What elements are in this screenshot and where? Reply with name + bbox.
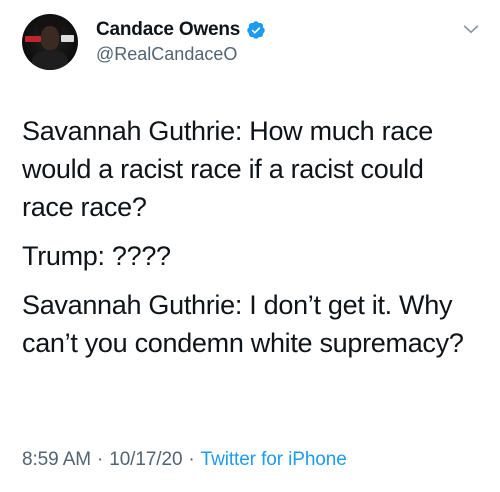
display-name[interactable]: Candace Owens [96, 19, 240, 41]
tweet-header: Candace Owens @RealCandaceO [22, 14, 482, 74]
handle[interactable]: @RealCandaceO [96, 44, 266, 65]
name-row: Candace Owens [96, 18, 266, 42]
tweet-paragraph: Trump: ???? [22, 241, 171, 271]
tweet-text: Savannah Guthrie: How much race would a … [22, 112, 482, 373]
tweet-metadata: 8:59 AM · 10/17/20 · Twitter for iPhone [22, 449, 347, 471]
tweet-paragraph: Savannah Guthrie: I don’t get it. Why ca… [22, 290, 464, 358]
tweet-card: Candace Owens @RealCandaceO Savannah Gut… [0, 0, 500, 492]
author-info: Candace Owens @RealCandaceO [96, 18, 266, 65]
avatar-body [32, 50, 68, 70]
tweet-source-link[interactable]: Twitter for iPhone [201, 449, 347, 470]
tweet-time[interactable]: 8:59 AM [22, 449, 91, 470]
chevron-down-icon[interactable] [460, 18, 482, 40]
avatar[interactable] [22, 14, 78, 70]
meta-separator: · [188, 449, 195, 470]
verified-badge-icon [246, 20, 266, 40]
avatar-white-label [61, 35, 74, 42]
avatar-red-label [25, 36, 41, 42]
tweet-paragraph: Savannah Guthrie: How much race would a … [22, 116, 433, 222]
avatar-face [41, 26, 59, 50]
tweet-date[interactable]: 10/17/20 [109, 449, 182, 470]
meta-separator: · [97, 449, 104, 470]
